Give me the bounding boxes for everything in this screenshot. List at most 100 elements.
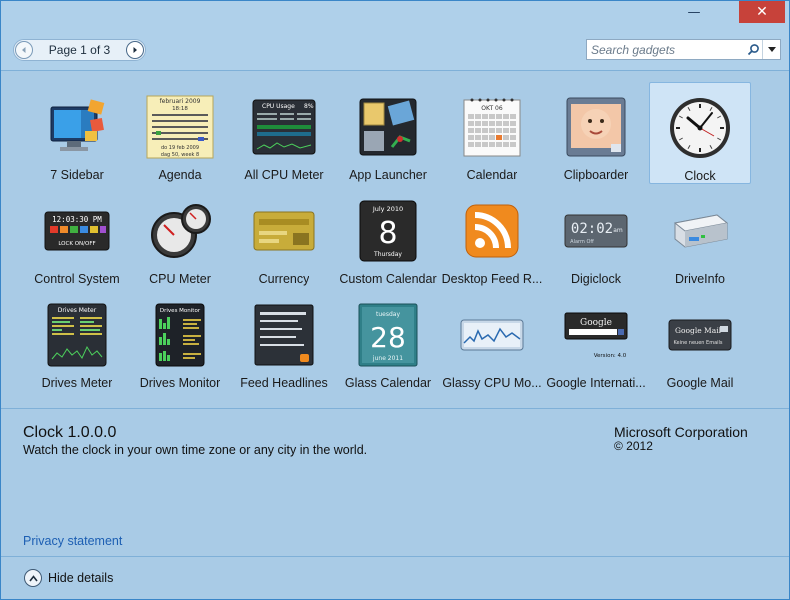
control-system-icon: 12:03:30 PM LOCK ON/OFF	[42, 196, 112, 266]
gadget-tile-feed-headlines[interactable]: Feed Headlines	[233, 290, 335, 392]
glass-month: june 2011	[372, 355, 403, 362]
gadget-tile-clipboarder[interactable]: Clipboarder	[545, 82, 647, 184]
agenda-date: do 19 feb 2009	[161, 145, 199, 151]
gadget-tile-7-sidebar[interactable]: 7 Sidebar	[26, 82, 128, 184]
monitor-sidebar-icon	[42, 92, 112, 162]
gadget-label: Custom Calendar	[339, 272, 437, 286]
gadget-tile-agenda[interactable]: februari 2009 18:18 do 19 feb 2009 dag 5…	[129, 82, 231, 184]
gadget-tile-clock[interactable]: Clock	[649, 82, 751, 184]
gadget-tile-cpu-meter[interactable]: CPU Meter	[129, 186, 231, 288]
control-time: 12:03:30 PM	[52, 215, 102, 224]
glass-day: 28	[370, 321, 406, 354]
gadget-gallery-window: — ✕ Page 1 of 3 Search gadgets 7 Sidebar…	[0, 0, 790, 600]
gadget-label: App Launcher	[349, 168, 427, 182]
cpu-meter-icon: CPU Usage 8%	[249, 92, 319, 162]
custom-cal-day: 8	[378, 216, 397, 251]
rss-feed-icon	[457, 196, 527, 266]
custom-cal-month: July 2010	[372, 205, 403, 213]
gadget-tile-driveinfo[interactable]: DriveInfo	[649, 186, 751, 288]
search-box	[586, 39, 781, 60]
previous-page-button[interactable]	[15, 41, 33, 59]
gadget-tile-desktop-feed-reader[interactable]: Desktop Feed R...	[441, 186, 543, 288]
google-version: Version: 4.0	[594, 353, 627, 359]
gadget-label: Drives Monitor	[139, 376, 221, 390]
google-mail-label: Google Mail	[675, 326, 722, 335]
gadget-tile-all-cpu-meter[interactable]: CPU Usage 8% All CPU Meter	[233, 82, 335, 184]
gadget-label: Glass Calendar	[344, 376, 432, 390]
gadget-label: Desktop Feed R...	[441, 272, 543, 286]
clock-icon	[665, 93, 735, 163]
agenda-week: dag 50, week 8	[161, 152, 199, 158]
page-navigator: Page 1 of 3	[13, 39, 146, 61]
digi-ampm: am	[613, 227, 623, 234]
gadget-label: All CPU Meter	[244, 168, 324, 182]
drives-monitor-icon: Drives Monitor	[145, 300, 215, 370]
drive-icon	[665, 196, 735, 266]
clipboard-photo-icon	[561, 92, 631, 162]
close-button[interactable]: ✕	[739, 1, 785, 23]
hide-details-button[interactable]: Hide details	[24, 569, 113, 587]
feed-headlines-icon	[249, 300, 319, 370]
cpu-percent: 8%	[304, 103, 314, 110]
next-page-button[interactable]	[125, 41, 144, 59]
custom-calendar-icon: July 2010 8 Thursday	[353, 196, 423, 266]
gadget-tile-glassy-cpu-monitor[interactable]: Glassy CPU Mo...	[441, 290, 543, 392]
digital-clock-icon: 02:02 am Alarm Off	[561, 196, 631, 266]
drives-meter-icon: Drives Meter	[42, 300, 112, 370]
gadget-label: Agenda	[158, 168, 202, 182]
agenda-month: februari 2009	[160, 98, 201, 105]
google-mail-sub: Keine neuen Emails	[673, 340, 722, 346]
gadget-tile-drives-meter[interactable]: Drives Meter Drives Meter	[26, 290, 128, 392]
gadget-label: Google Mail	[666, 376, 734, 390]
control-lock: LOCK ON/OFF	[58, 241, 95, 247]
details-pane: Clock 1.0.0.0 Watch the clock in your ow…	[1, 408, 789, 556]
google-search-icon: Google Version: 4.0	[561, 300, 631, 370]
gadget-tile-app-launcher[interactable]: App Launcher	[337, 82, 439, 184]
glassy-cpu-icon	[457, 300, 527, 370]
gadget-label: Clock	[684, 169, 716, 183]
gadget-tile-custom-calendar[interactable]: July 2010 8 Thursday Custom Calendar	[337, 186, 439, 288]
left-arrow-icon	[22, 47, 26, 53]
gadget-label: Drives Meter	[41, 376, 113, 390]
footer-bar: Hide details	[1, 556, 789, 599]
gadget-gallery: 7 Sidebar februari 2009 18:18 do 19 feb …	[1, 72, 789, 408]
digi-sub: Alarm Off	[570, 239, 594, 245]
minimize-button[interactable]: —	[679, 1, 709, 23]
gadget-label: CPU Meter	[149, 272, 211, 286]
agenda-time: 18:18	[172, 106, 188, 112]
publisher-name: Microsoft Corporation	[614, 424, 748, 440]
chevron-up-icon	[24, 569, 42, 587]
gadget-label: Digiclock	[570, 272, 621, 286]
gadget-tile-control-system[interactable]: 12:03:30 PM LOCK ON/OFF Control System	[26, 186, 128, 288]
gadget-tile-calendar[interactable]: OKT 06 Calendar	[441, 82, 543, 184]
gadget-label: 7 Sidebar	[50, 168, 104, 182]
calendar-month: OKT 06	[481, 105, 503, 112]
chevron-down-icon[interactable]	[762, 40, 780, 59]
cpu-title: CPU Usage	[262, 103, 295, 110]
right-arrow-icon	[133, 47, 137, 53]
hide-details-label: Hide details	[48, 571, 114, 585]
search-icon[interactable]	[744, 41, 762, 59]
drives-meter-title: Drives Meter	[58, 307, 97, 314]
gadget-label: Control System	[34, 272, 120, 286]
copyright-text: © 2012	[614, 439, 653, 453]
gadget-tile-google-international[interactable]: Google Version: 4.0 Google Internati...	[545, 290, 647, 392]
gadget-tile-drives-monitor[interactable]: Drives Monitor Drives Monitor	[129, 290, 231, 392]
cpu-gauge-icon	[145, 196, 215, 266]
gadget-tile-glass-calendar[interactable]: tuesday 28 june 2011 Glass Calendar	[337, 290, 439, 392]
gadget-title: Clock 1.0.0.0	[23, 424, 117, 441]
gadget-label: Google Internati...	[546, 376, 646, 390]
glass-calendar-icon: tuesday 28 june 2011	[353, 300, 423, 370]
gadget-tile-google-mail[interactable]: Google Mail Keine neuen Emails Google Ma…	[649, 290, 751, 392]
gadget-label: DriveInfo	[674, 272, 726, 286]
page-indicator: Page 1 of 3	[48, 43, 111, 57]
gadget-tile-digiclock[interactable]: 02:02 am Alarm Off Digiclock	[545, 186, 647, 288]
google-mail-icon: Google Mail Keine neuen Emails	[665, 300, 735, 370]
calendar-icon: OKT 06	[457, 92, 527, 162]
gadget-label: Feed Headlines	[240, 376, 328, 390]
privacy-statement-link[interactable]: Privacy statement	[23, 534, 122, 548]
glass-weekday: tuesday	[376, 311, 400, 318]
calendar-agenda-icon: februari 2009 18:18 do 19 feb 2009 dag 5…	[145, 92, 215, 162]
search-input[interactable]	[587, 42, 744, 57]
gadget-tile-currency[interactable]: Currency	[233, 186, 335, 288]
